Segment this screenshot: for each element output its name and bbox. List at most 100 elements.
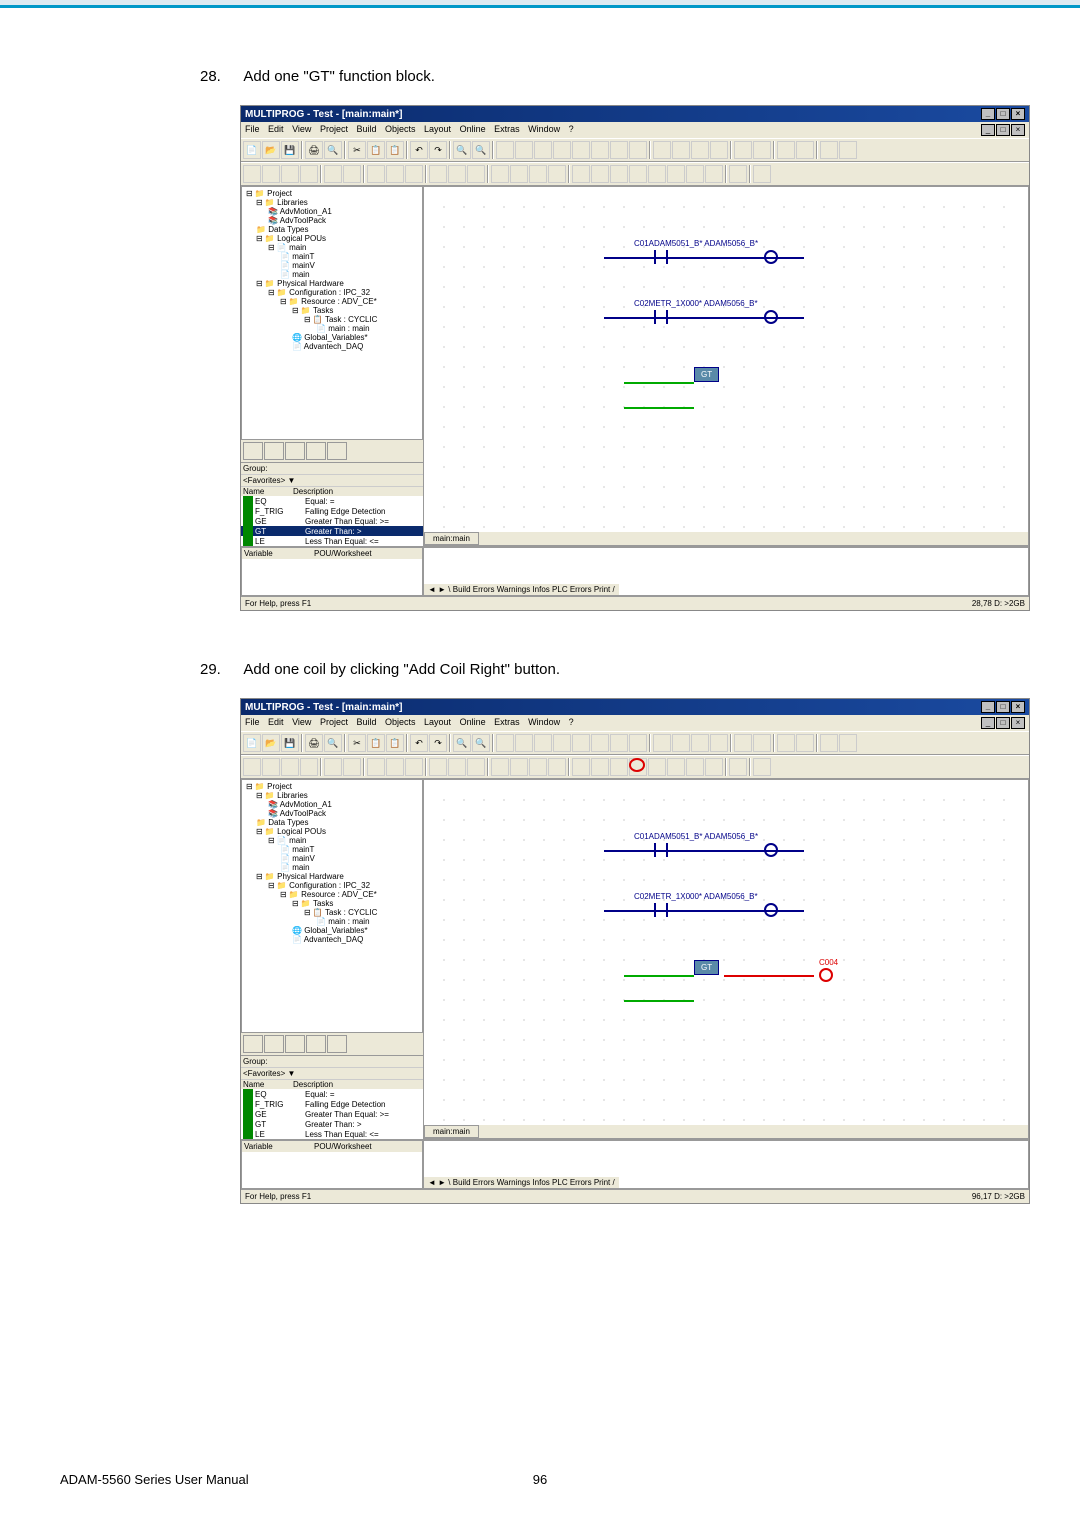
tb2-19[interactable]: [610, 758, 628, 776]
child-minimize[interactable]: _: [981, 124, 995, 136]
menu-project[interactable]: Project: [320, 717, 348, 727]
tb2-12[interactable]: [467, 758, 485, 776]
tb2-10[interactable]: [429, 758, 447, 776]
tb-b9[interactable]: [653, 141, 671, 159]
tb2-24[interactable]: [705, 758, 723, 776]
tb-b13[interactable]: [734, 141, 752, 159]
tree-datatypes[interactable]: 📁 Data Types: [244, 225, 420, 234]
tree-main[interactable]: ⊟ 📄 main: [244, 243, 420, 252]
tree-tab-2[interactable]: [264, 1035, 284, 1053]
tb2-6[interactable]: [343, 165, 361, 183]
menu-file[interactable]: File: [245, 717, 260, 727]
tree-project[interactable]: ⊟ 📁 Project: [244, 189, 420, 198]
tb-redo[interactable]: ↷: [429, 734, 447, 752]
gt-block[interactable]: GT: [694, 367, 719, 382]
ladder-canvas[interactable]: C01ADAM5051_B* ADAM5056_B* C02METR_1X000…: [423, 186, 1029, 546]
tb-open[interactable]: 📂: [262, 734, 280, 752]
tb2-5[interactable]: [324, 758, 342, 776]
tb-preview[interactable]: 🔍: [324, 734, 342, 752]
menu-build[interactable]: Build: [356, 124, 376, 134]
menu-help[interactable]: ?: [569, 717, 574, 727]
tb2-8[interactable]: [386, 758, 404, 776]
tb-b6[interactable]: [591, 734, 609, 752]
tb-zoom[interactable]: 🔍: [472, 734, 490, 752]
tree-logical[interactable]: ⊟ 📁 Logical POUs: [244, 827, 420, 836]
tb2-5[interactable]: [324, 165, 342, 183]
tree-mainv[interactable]: 📄 mainV: [244, 261, 420, 270]
tb-save[interactable]: 💾: [281, 141, 299, 159]
fb-gt[interactable]: GT Greater Than: >: [241, 526, 423, 536]
tb2-2[interactable]: [262, 758, 280, 776]
tb2-18[interactable]: [591, 165, 609, 183]
tb-cut[interactable]: ✂: [348, 141, 366, 159]
tree-libraries[interactable]: ⊟ 📁 Libraries: [244, 791, 420, 800]
tb-b7[interactable]: [610, 734, 628, 752]
group-favorites[interactable]: <Favorites> ▼: [241, 1068, 423, 1080]
tb-b16[interactable]: [796, 141, 814, 159]
tb2-7[interactable]: [367, 758, 385, 776]
tb-undo[interactable]: ↶: [410, 141, 428, 159]
tree-globalvars[interactable]: 🌐 Global_Variables*: [244, 926, 420, 935]
tb2-17[interactable]: [572, 165, 590, 183]
tb2-9[interactable]: [405, 758, 423, 776]
tb2-9[interactable]: [405, 165, 423, 183]
tb2-4[interactable]: [300, 165, 318, 183]
tree-config[interactable]: ⊟ 📁 Configuration : IPC_32: [244, 881, 420, 890]
tb-save[interactable]: 💾: [281, 734, 299, 752]
output-tabs[interactable]: ◄ ► \ Build Errors Warnings Infos PLC Er…: [424, 584, 619, 595]
tb-b15[interactable]: [777, 141, 795, 159]
tree-tab-5[interactable]: [327, 442, 347, 460]
tb2-15[interactable]: [529, 758, 547, 776]
tb2-6[interactable]: [343, 758, 361, 776]
tb2-2[interactable]: [262, 165, 280, 183]
tree-resource[interactable]: ⊟ 📁 Resource : ADV_CE*: [244, 890, 420, 899]
tree-tab-1[interactable]: [243, 442, 263, 460]
tb-b12[interactable]: [710, 734, 728, 752]
tb-b2[interactable]: [515, 734, 533, 752]
minimize-button[interactable]: _: [981, 701, 995, 713]
tb-paste[interactable]: 📋: [386, 141, 404, 159]
tb-b11[interactable]: [691, 141, 709, 159]
fb-eq[interactable]: EQ Equal: =: [241, 496, 423, 506]
tb2-26[interactable]: [753, 165, 771, 183]
tree-physical[interactable]: ⊟ 📁 Physical Hardware: [244, 872, 420, 881]
tb-paste[interactable]: 📋: [386, 734, 404, 752]
child-close[interactable]: ×: [1011, 124, 1025, 136]
fb-ftrig[interactable]: F_TRIG Falling Edge Detection: [241, 1099, 423, 1109]
tb-new[interactable]: 📄: [243, 141, 261, 159]
coil-2[interactable]: [764, 310, 778, 324]
tb2-8[interactable]: [386, 165, 404, 183]
tree-lib1[interactable]: 📚 AdvMotion_A1: [244, 800, 420, 809]
menu-objects[interactable]: Objects: [385, 124, 416, 134]
tb-b10[interactable]: [672, 734, 690, 752]
tb-new[interactable]: 📄: [243, 734, 261, 752]
tb-copy[interactable]: 📋: [367, 141, 385, 159]
minimize-button[interactable]: _: [981, 108, 995, 120]
menu-edit[interactable]: Edit: [268, 124, 284, 134]
child-maximize[interactable]: □: [996, 124, 1010, 136]
tree-tasks[interactable]: ⊟ 📁 Tasks: [244, 306, 420, 315]
contact-c02[interactable]: [654, 310, 668, 324]
tree-libraries[interactable]: ⊟ 📁 Libraries: [244, 198, 420, 207]
tree-tab-5[interactable]: [327, 1035, 347, 1053]
fb-eq[interactable]: EQ Equal: =: [241, 1089, 423, 1099]
tree-mainv[interactable]: 📄 mainV: [244, 854, 420, 863]
menu-online[interactable]: Online: [460, 717, 486, 727]
tree-resource[interactable]: ⊟ 📁 Resource : ADV_CE*: [244, 297, 420, 306]
tb2-14[interactable]: [510, 165, 528, 183]
tb2-21[interactable]: [648, 165, 666, 183]
tb2-25[interactable]: [729, 165, 747, 183]
menu-build[interactable]: Build: [356, 717, 376, 727]
fb-ftrig[interactable]: F_TRIG Falling Edge Detection: [241, 506, 423, 516]
child-maximize[interactable]: □: [996, 717, 1010, 729]
project-tree[interactable]: ⊟ 📁 Project ⊟ 📁 Libraries 📚 AdvMotion_A1…: [241, 186, 423, 440]
tb2-11[interactable]: [448, 165, 466, 183]
tb-b17[interactable]: [820, 141, 838, 159]
tree-tab-3[interactable]: [285, 1035, 305, 1053]
tb-undo[interactable]: ↶: [410, 734, 428, 752]
coil-c004[interactable]: [819, 968, 833, 982]
tb-b1[interactable]: [496, 734, 514, 752]
tb2-23[interactable]: [686, 165, 704, 183]
tb2-4[interactable]: [300, 758, 318, 776]
tb-copy[interactable]: 📋: [367, 734, 385, 752]
